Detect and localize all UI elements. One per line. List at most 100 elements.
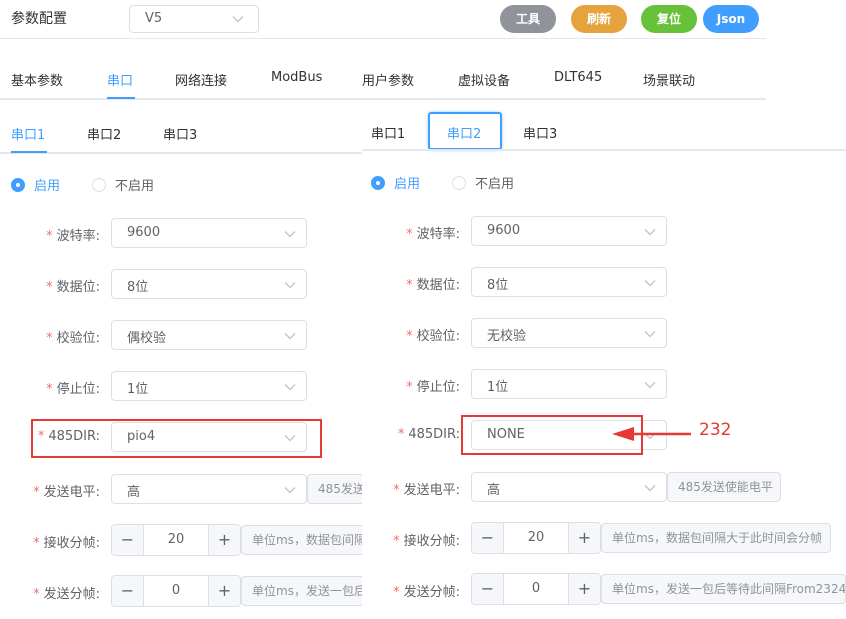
increment-button[interactable]: + [568,574,600,604]
tab-user-params[interactable]: 用户参数 [362,70,414,89]
subtab-serial-2[interactable]: 串口2 [87,124,121,143]
increment-button[interactable]: + [208,576,240,606]
page-title: 参数配置 [11,11,67,27]
level-label: * 发送电平: [33,485,100,500]
increment-button[interactable]: + [208,525,240,555]
chevron-down-icon [644,381,656,389]
parity-select[interactable]: 偶校验 [111,320,307,350]
stopbits-label: * 停止位: [406,380,460,395]
tab-scene-linkage[interactable]: 场景联动 [643,70,695,89]
tab-virtual-device[interactable]: 虚拟设备 [458,70,510,89]
chevron-down-icon [284,486,296,494]
rx-frame-value[interactable]: 20 [144,532,208,547]
tab-dlt645[interactable]: DLT645 [554,70,602,85]
baud-select[interactable]: 9600 [471,216,667,246]
tx-frame-stepper[interactable]: − 0 + [111,575,241,607]
chevron-down-icon [284,281,296,289]
rx-frame-label: * 接收分帧: [393,534,460,549]
subtab-serial-1[interactable]: 串口1 [371,123,405,142]
tab-serial[interactable]: 串口 [107,70,133,89]
rx-frame-value[interactable]: 20 [504,530,568,545]
stopbits-label: * 停止位: [46,382,100,397]
radio-enable[interactable]: 启用 [371,173,420,192]
tx-frame-value[interactable]: 0 [144,583,208,598]
subtab-serial-3[interactable]: 串口3 [163,124,197,143]
databits-value: 8位 [487,278,509,293]
highlight-box [31,419,322,458]
tx-frame-label: * 发送分帧: [393,585,460,600]
tab-network[interactable]: 网络连接 [175,70,227,89]
decrement-button[interactable]: − [472,523,504,553]
baud-label: * 波特率: [406,227,460,242]
level-select[interactable]: 高 [111,474,307,504]
databits-label: * 数据位: [406,278,460,293]
chevron-down-icon [644,279,656,287]
stopbits-select[interactable]: 1位 [471,369,667,399]
json-button[interactable]: Json [703,5,759,33]
radio-checked-icon [371,175,385,190]
rx-frame-stepper[interactable]: − 20 + [471,522,601,554]
arrow-left-icon [610,426,692,446]
radio-enable-label: 启用 [394,177,421,192]
level-value: 高 [127,485,141,500]
header-divider [0,38,766,39]
tx-frame-value[interactable]: 0 [504,581,568,596]
rx-frame-hint: 单位ms，数据包间隔大于此时间会分帧 [241,525,362,555]
radio-checked-icon [11,177,25,192]
stopbits-value: 1位 [127,382,149,397]
stopbits-select[interactable]: 1位 [111,371,307,401]
chevron-down-icon [284,230,296,238]
level-hint: 485发送使能电平 [667,472,781,502]
subtab-serial-1[interactable]: 串口1 [11,124,45,143]
tx-frame-hint: 单位ms，发送一包后等待此间隔From2324 [241,576,362,606]
tab-modbus[interactable]: ModBus [271,70,322,85]
tab-basic-params[interactable]: 基本参数 [11,70,63,89]
chevron-down-icon [284,332,296,340]
chevron-down-icon [644,484,656,492]
chevron-down-icon [284,383,296,391]
databits-select[interactable]: 8位 [111,269,307,299]
version-value: V5 [145,11,163,26]
rx-frame-hint: 单位ms，数据包间隔大于此时间会分帧 [601,523,831,553]
chevron-down-icon [644,228,656,236]
serial-panel-left: 串口1 串口2 串口3 启用 不启用 * 波特率: 9600 * 数据位: 8位 *… [0,110,362,619]
rx-frame-stepper[interactable]: − 20 + [111,524,241,556]
subtabs-divider [362,149,846,151]
level-select[interactable]: 高 [471,472,667,502]
chevron-down-icon [232,15,244,23]
subtabs-divider [0,152,362,154]
subtab-serial-2[interactable]: 串口2 [447,123,481,142]
level-hint: 485发送使能电平 [307,474,362,504]
tx-frame-stepper[interactable]: − 0 + [471,573,601,605]
subtab-serial-3[interactable]: 串口3 [523,123,557,142]
decrement-button[interactable]: − [112,576,144,606]
serial-panel-right: 串口1 串口2 串口3 启用 不启用 * 波特率: 9600 * 数据位: 8位 *… [362,110,846,619]
radio-disable-label: 不启用 [475,177,515,192]
parity-label: * 校验位: [406,329,460,344]
baud-label: * 波特率: [46,229,100,244]
baud-value: 9600 [487,223,521,238]
tools-button[interactable]: 工具 [500,5,556,33]
parity-select[interactable]: 无校验 [471,318,667,348]
stopbits-value: 1位 [487,380,509,395]
radio-disable-label: 不启用 [115,179,155,194]
parity-value: 无校验 [487,329,527,344]
increment-button[interactable]: + [568,523,600,553]
decrement-button[interactable]: − [112,525,144,555]
decrement-button[interactable]: − [472,574,504,604]
radio-disable[interactable]: 不启用 [92,175,154,194]
baud-select[interactable]: 9600 [111,218,307,248]
radio-enable[interactable]: 启用 [11,175,60,194]
radio-disable[interactable]: 不启用 [452,173,514,192]
rx-frame-label: * 接收分帧: [33,536,100,551]
reset-button[interactable]: 复位 [641,5,697,33]
radio-unchecked-icon [92,177,106,192]
version-select[interactable]: V5 [129,5,259,33]
databits-select[interactable]: 8位 [471,267,667,297]
refresh-button[interactable]: 刷新 [571,5,627,33]
chevron-down-icon [644,330,656,338]
dir-label: * 485DIR: [397,427,460,442]
parity-label: * 校验位: [46,331,100,346]
level-value: 高 [487,483,501,498]
databits-value: 8位 [127,280,149,295]
